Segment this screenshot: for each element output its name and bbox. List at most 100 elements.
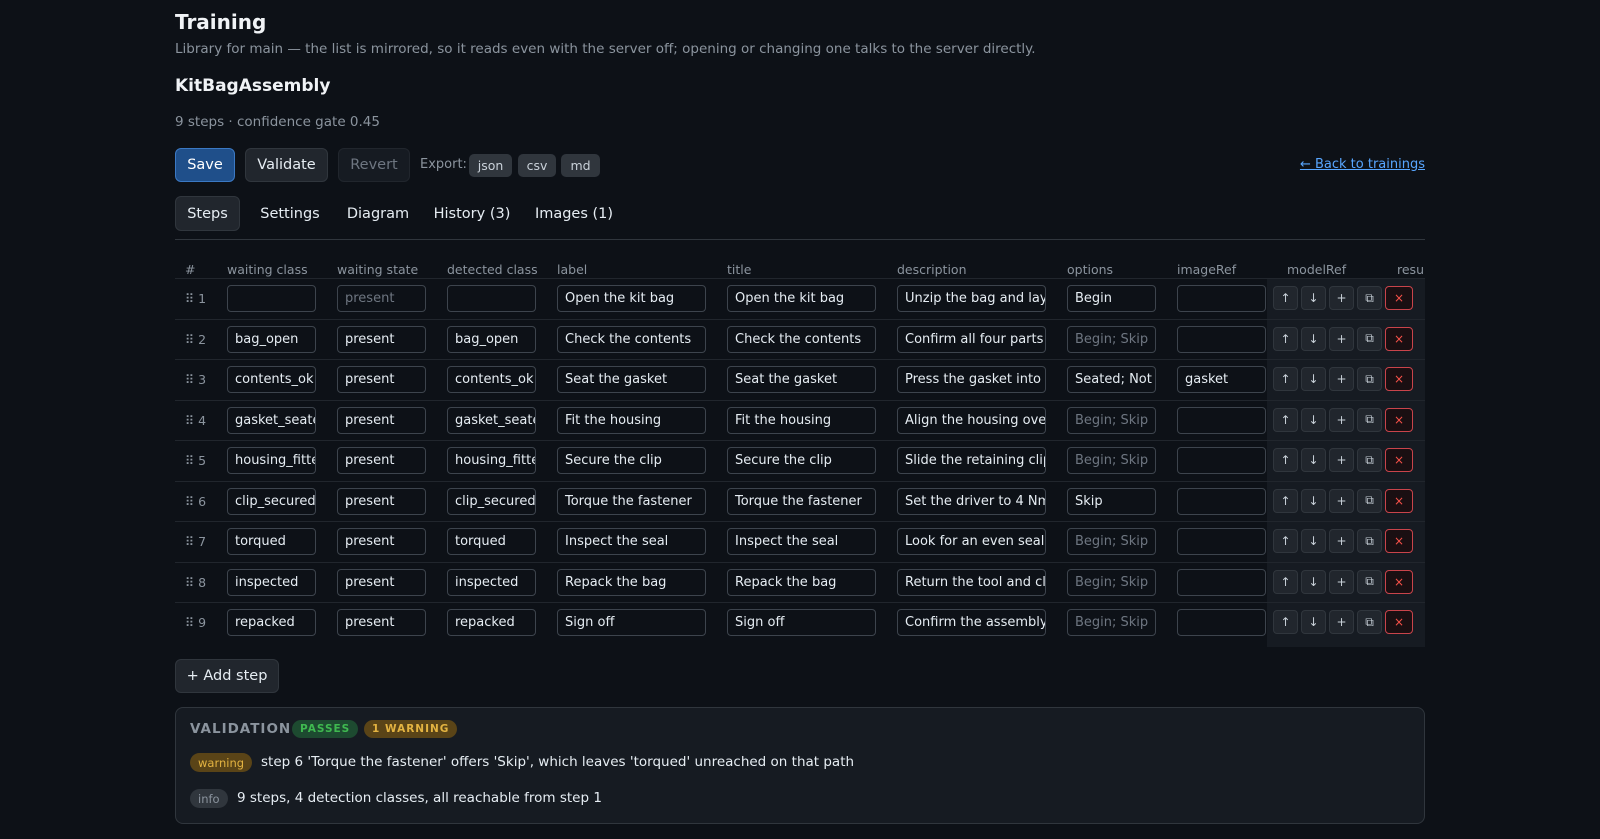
label-input[interactable]: Check the contents [557, 325, 706, 353]
waiting-state-input[interactable]: present [337, 528, 426, 555]
waiting-class-input[interactable]: inspected [227, 568, 316, 596]
detected-class-input[interactable]: inspected [447, 568, 536, 596]
image-ref-input[interactable] [1177, 609, 1266, 636]
plus-icon[interactable]: + [1329, 610, 1354, 634]
waiting-class-input[interactable]: torqued [227, 528, 316, 555]
waiting-class-input[interactable]: housing_fitte [227, 447, 316, 474]
title-input[interactable]: Secure the clip [727, 447, 876, 474]
copy-icon[interactable]: ⧉ [1357, 286, 1382, 310]
export-md-button[interactable]: md [561, 154, 600, 177]
export-csv-button[interactable]: csv [518, 154, 556, 177]
waiting-class-input[interactable]: gasket_seate [227, 406, 316, 434]
waiting-class-input[interactable]: contents_ok [227, 366, 316, 393]
arrow-up-icon[interactable]: ↑ [1273, 407, 1298, 432]
arrow-down-icon[interactable]: ↓ [1301, 488, 1326, 513]
close-icon[interactable]: × [1385, 529, 1413, 553]
tab-history[interactable]: History (3) [424, 196, 520, 231]
image-ref-input[interactable] [1177, 325, 1266, 353]
waiting-state-input[interactable]: present [337, 366, 426, 393]
label-input[interactable]: Secure the clip [557, 447, 706, 474]
row-drag-handle[interactable]: ⠿ 4 [185, 413, 206, 428]
description-input[interactable]: Return the tool and clc [897, 568, 1046, 596]
plus-icon[interactable]: + [1329, 286, 1354, 310]
copy-icon[interactable]: ⧉ [1357, 326, 1382, 351]
row-drag-handle[interactable]: ⠿ 1 [185, 291, 206, 306]
arrow-down-icon[interactable]: ↓ [1301, 610, 1326, 634]
waiting-state-input[interactable]: present [337, 568, 426, 596]
image-ref-input[interactable] [1177, 528, 1266, 555]
description-input[interactable]: Confirm all four parts a [897, 325, 1046, 353]
plus-icon[interactable]: + [1329, 326, 1354, 351]
options-input[interactable]: Begin; Skip [1067, 406, 1156, 434]
copy-icon[interactable]: ⧉ [1357, 610, 1382, 634]
arrow-down-icon[interactable]: ↓ [1301, 569, 1326, 594]
plus-icon[interactable]: + [1329, 488, 1354, 513]
label-input[interactable]: Repack the bag [557, 568, 706, 596]
waiting-class-input[interactable]: clip_secured [227, 487, 316, 515]
waiting-state-input[interactable]: present [337, 325, 426, 353]
options-input[interactable]: Begin; Skip [1067, 609, 1156, 636]
label-input[interactable]: Open the kit bag [557, 285, 706, 312]
waiting-state-input[interactable]: present [337, 285, 426, 312]
add-step-button[interactable]: + Add step [175, 659, 279, 693]
label-input[interactable]: Seat the gasket [557, 366, 706, 393]
image-ref-input[interactable] [1177, 568, 1266, 596]
row-drag-handle[interactable]: ⠿ 3 [185, 372, 206, 387]
detected-class-input[interactable]: bag_open [447, 325, 536, 353]
arrow-up-icon[interactable]: ↑ [1273, 286, 1298, 310]
image-ref-input[interactable] [1177, 487, 1266, 515]
close-icon[interactable]: × [1385, 448, 1413, 472]
close-icon[interactable]: × [1385, 488, 1413, 513]
row-drag-handle[interactable]: ⠿ 5 [185, 453, 206, 468]
waiting-state-input[interactable]: present [337, 487, 426, 515]
tab-images[interactable]: Images (1) [528, 196, 620, 231]
copy-icon[interactable]: ⧉ [1357, 448, 1382, 472]
title-input[interactable]: Fit the housing [727, 406, 876, 434]
arrow-down-icon[interactable]: ↓ [1301, 407, 1326, 432]
arrow-up-icon[interactable]: ↑ [1273, 529, 1298, 553]
waiting-state-input[interactable]: present [337, 447, 426, 474]
waiting-class-input[interactable]: bag_open [227, 325, 316, 353]
validate-button[interactable]: Validate [245, 148, 328, 182]
arrow-up-icon[interactable]: ↑ [1273, 448, 1298, 472]
arrow-up-icon[interactable]: ↑ [1273, 326, 1298, 351]
arrow-up-icon[interactable]: ↑ [1273, 367, 1298, 391]
image-ref-input[interactable] [1177, 406, 1266, 434]
label-input[interactable]: Torque the fastener [557, 487, 706, 515]
detected-class-input[interactable]: gasket_seate [447, 406, 536, 434]
arrow-up-icon[interactable]: ↑ [1273, 610, 1298, 634]
close-icon[interactable]: × [1385, 286, 1413, 310]
row-drag-handle[interactable]: ⠿ 7 [185, 534, 206, 549]
plus-icon[interactable]: + [1329, 407, 1354, 432]
copy-icon[interactable]: ⧉ [1357, 488, 1382, 513]
arrow-down-icon[interactable]: ↓ [1301, 448, 1326, 472]
waiting-state-input[interactable]: present [337, 406, 426, 434]
revert-button[interactable]: Revert [338, 148, 410, 182]
copy-icon[interactable]: ⧉ [1357, 367, 1382, 391]
arrow-down-icon[interactable]: ↓ [1301, 529, 1326, 553]
arrow-up-icon[interactable]: ↑ [1273, 488, 1298, 513]
arrow-down-icon[interactable]: ↓ [1301, 286, 1326, 310]
title-input[interactable]: Check the contents [727, 325, 876, 353]
copy-icon[interactable]: ⧉ [1357, 569, 1382, 594]
options-input[interactable]: Begin; Skip [1067, 568, 1156, 596]
label-input[interactable]: Inspect the seal [557, 528, 706, 555]
description-input[interactable]: Slide the retaining clip [897, 447, 1046, 474]
options-input[interactable]: Begin; Skip [1067, 325, 1156, 353]
title-input[interactable]: Sign off [727, 609, 876, 636]
row-drag-handle[interactable]: ⠿ 2 [185, 332, 206, 347]
arrow-up-icon[interactable]: ↑ [1273, 569, 1298, 594]
options-input[interactable]: Begin [1067, 285, 1156, 312]
tab-diagram[interactable]: Diagram [340, 196, 416, 231]
close-icon[interactable]: × [1385, 610, 1413, 634]
description-input[interactable]: Unzip the bag and lay [897, 285, 1046, 312]
detected-class-input[interactable]: clip_secured [447, 487, 536, 515]
copy-icon[interactable]: ⧉ [1357, 407, 1382, 432]
waiting-class-input[interactable] [227, 285, 316, 312]
plus-icon[interactable]: + [1329, 367, 1354, 391]
close-icon[interactable]: × [1385, 367, 1413, 391]
arrow-down-icon[interactable]: ↓ [1301, 326, 1326, 351]
back-to-trainings-link[interactable]: ← Back to trainings [1300, 157, 1425, 172]
detected-class-input[interactable]: torqued [447, 528, 536, 555]
title-input[interactable]: Seat the gasket [727, 366, 876, 393]
